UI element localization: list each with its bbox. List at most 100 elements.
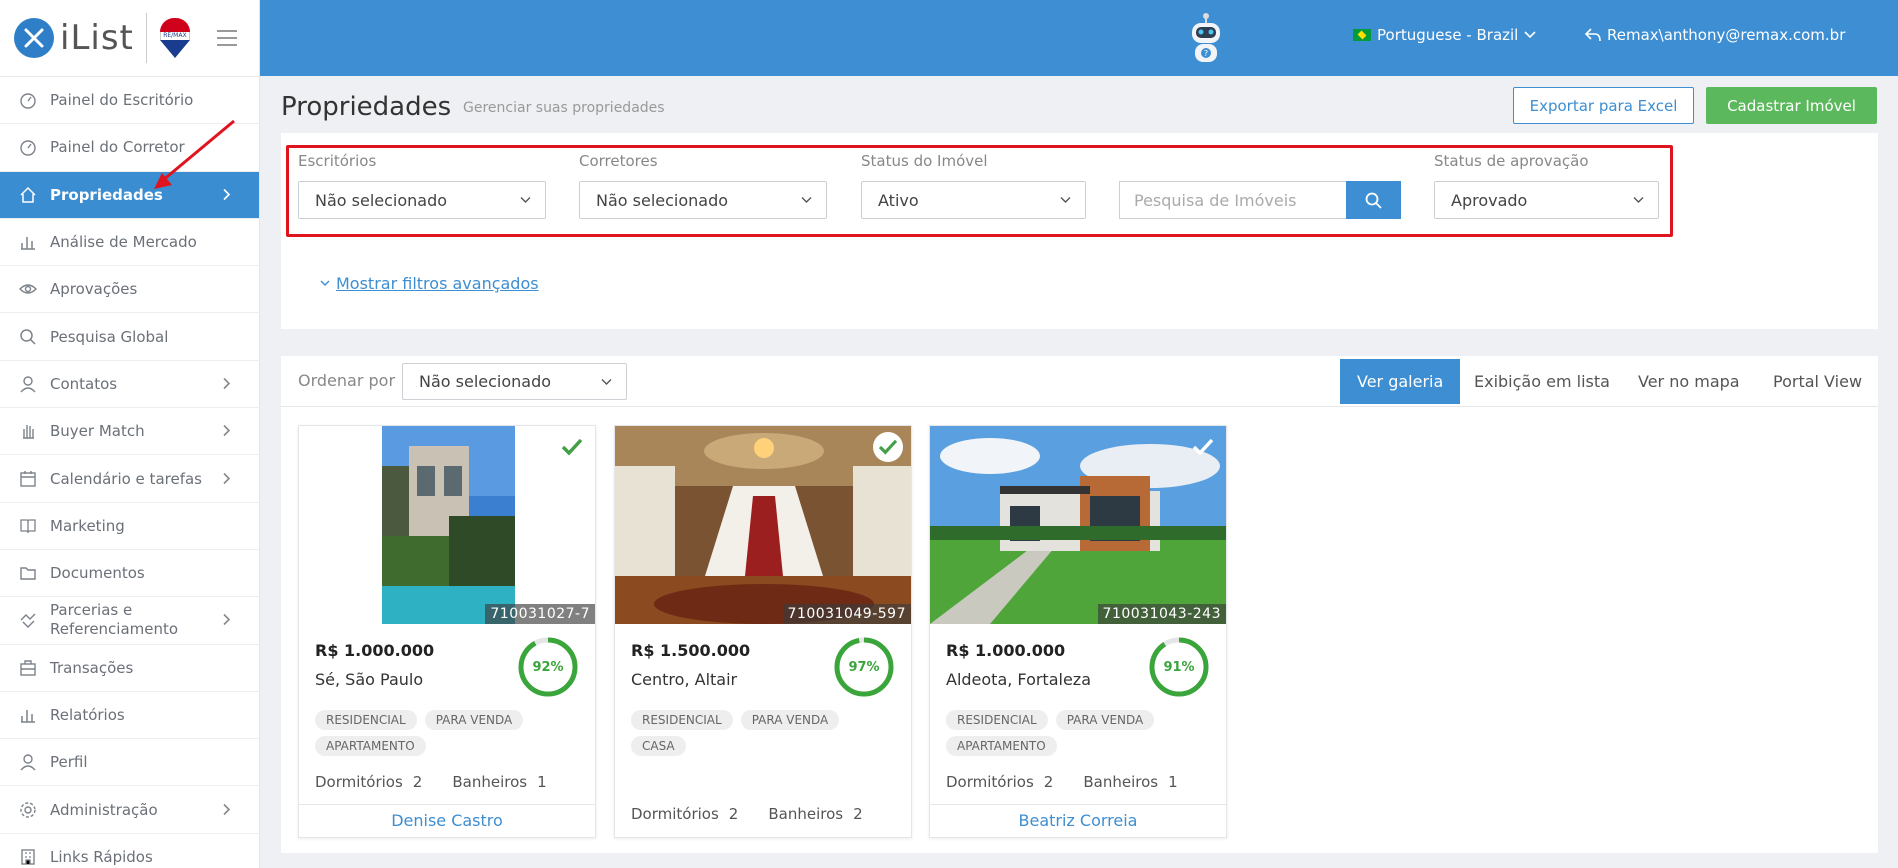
property-photo[interactable]: 710031049-597 bbox=[615, 426, 911, 624]
results-divider bbox=[281, 406, 1878, 407]
home-icon bbox=[18, 185, 38, 205]
sidebar-item-documentos[interactable]: Documentos bbox=[0, 550, 259, 598]
sidebar-item-label: Calendário e tarefas bbox=[50, 469, 202, 488]
sidebar-item-links-rapidos[interactable]: Links Rápidos bbox=[0, 834, 259, 868]
corretores-value: Não selecionado bbox=[596, 190, 729, 210]
page-subtitle: Gerenciar suas propriedades bbox=[463, 100, 665, 116]
remax-logo-icon: RE/MAX bbox=[159, 18, 191, 58]
sidebar-item-marketing[interactable]: Marketing bbox=[0, 503, 259, 550]
hamburger-menu-icon[interactable] bbox=[216, 30, 237, 46]
chevron-down-icon bbox=[601, 378, 612, 385]
robot-assistant-icon[interactable]: ? bbox=[1186, 12, 1226, 66]
sidebar-item-aprovacoes[interactable]: Aprovações bbox=[0, 266, 259, 314]
sidebar-item-parcerias-e-referenciamento[interactable]: Parcerias e Referenciamento bbox=[0, 597, 259, 645]
user-icon bbox=[18, 374, 38, 394]
sidebar-item-pesquisa-global[interactable]: Pesquisa Global bbox=[0, 313, 259, 361]
tab-gallery-view[interactable]: Ver galeria bbox=[1340, 359, 1461, 404]
property-stats: Dormitórios 2 Banheiros 1 bbox=[315, 773, 547, 791]
property-card[interactable]: 710031049-597 R$ 1.500.000 Centro, Altai… bbox=[614, 425, 912, 838]
sidebar-item-contatos[interactable]: Contatos bbox=[0, 361, 259, 409]
property-search-input[interactable]: Pesquisa de Imóveis bbox=[1119, 181, 1347, 219]
user-icon bbox=[18, 752, 38, 772]
advanced-filters-link[interactable]: Mostrar filtros avançados bbox=[320, 274, 539, 293]
completeness-score-ring: 91% bbox=[1149, 637, 1209, 697]
aprovacao-value: Aprovado bbox=[1451, 190, 1528, 210]
escritorios-select[interactable]: Não selecionado bbox=[298, 181, 546, 219]
gauge-icon bbox=[18, 137, 38, 157]
property-price: R$ 1.000.000 bbox=[946, 641, 1066, 660]
chevron-down-icon bbox=[1060, 197, 1071, 203]
search-placeholder: Pesquisa de Imóveis bbox=[1134, 190, 1297, 210]
sidebar-item-label: Documentos bbox=[50, 564, 145, 583]
property-price: R$ 1.000.000 bbox=[315, 641, 435, 660]
agent-name-link[interactable]: Denise Castro bbox=[299, 804, 595, 837]
approved-check-icon bbox=[1188, 432, 1218, 462]
sidebar-item-label: Pesquisa Global bbox=[50, 327, 169, 346]
chevron-down-icon bbox=[1524, 31, 1536, 39]
sidebar-item-analise-de-mercado[interactable]: Análise de Mercado bbox=[0, 219, 259, 267]
sidebar-item-label: Aprovações bbox=[50, 280, 138, 299]
ilist-logo-icon[interactable] bbox=[14, 18, 54, 58]
property-card[interactable]: 710031043-243 R$ 1.000.000 Aldeota, Fort… bbox=[929, 425, 1227, 838]
agent-name-link[interactable]: Beatriz Correia bbox=[930, 804, 1226, 837]
tag-badge: PARA VENDA bbox=[424, 710, 524, 730]
property-id: 710031049-597 bbox=[782, 604, 911, 624]
export-excel-button[interactable]: Exportar para Excel bbox=[1513, 87, 1694, 124]
property-stats: Dormitórios 2 Banheiros 1 bbox=[946, 773, 1178, 791]
tag-badge: PARA VENDA bbox=[740, 710, 840, 730]
chevron-right-icon bbox=[223, 374, 231, 393]
completeness-score-ring: 92% bbox=[518, 637, 578, 697]
tab-portal-view[interactable]: Portal View bbox=[1756, 359, 1879, 404]
tab-map-view[interactable]: Ver no mapa bbox=[1621, 359, 1757, 404]
sort-select[interactable]: Não selecionado bbox=[402, 363, 627, 400]
search-button[interactable] bbox=[1346, 181, 1401, 219]
sidebar-item-buyer-match[interactable]: Buyer Match bbox=[0, 408, 259, 456]
sidebar-item-transacoes[interactable]: Transações bbox=[0, 645, 259, 692]
sidebar-item-administracao[interactable]: Administração bbox=[0, 786, 259, 834]
tag-badge: RESIDENCIAL bbox=[315, 710, 417, 730]
page-title: Propriedades bbox=[281, 92, 452, 122]
top-bar: ? Portuguese - Brazil Remax\anthony@rema… bbox=[260, 0, 1898, 76]
escritorios-label: Escritórios bbox=[298, 152, 377, 170]
chevron-right-icon bbox=[223, 469, 231, 488]
briefcase-icon bbox=[18, 658, 38, 678]
sidebar-item-label: Painel do Escritório bbox=[50, 91, 194, 110]
hand-icon bbox=[18, 421, 38, 441]
property-location: Centro, Altair bbox=[631, 670, 738, 689]
sidebar-item-perfil[interactable]: Perfil bbox=[0, 739, 259, 787]
completeness-score-ring: 97% bbox=[834, 637, 894, 697]
svg-text:?: ? bbox=[1204, 49, 1208, 58]
property-stats: Dormitórios 2 Banheiros 2 bbox=[631, 805, 863, 823]
chevron-right-icon bbox=[223, 611, 231, 630]
status-value: Ativo bbox=[878, 190, 919, 210]
sidebar-item-calendario-e-tarefas[interactable]: Calendário e tarefas bbox=[0, 455, 259, 503]
language-label: Portuguese - Brazil bbox=[1377, 26, 1519, 44]
chevron-down-icon bbox=[520, 197, 531, 203]
corretores-select[interactable]: Não selecionado bbox=[579, 181, 827, 219]
reply-arrow-icon bbox=[1585, 28, 1601, 42]
add-property-button[interactable]: Cadastrar Imóvel bbox=[1706, 87, 1877, 124]
sidebar-item-label: Marketing bbox=[50, 516, 125, 535]
property-tags: RESIDENCIAL PARA VENDA APARTAMENTO bbox=[315, 710, 575, 756]
aprovacao-select[interactable]: Aprovado bbox=[1434, 181, 1659, 219]
handshake-icon bbox=[18, 610, 38, 630]
folder-icon bbox=[18, 563, 38, 583]
tag-badge: RESIDENCIAL bbox=[631, 710, 733, 730]
tab-list-view[interactable]: Exibição em lista bbox=[1457, 359, 1627, 404]
status-select[interactable]: Ativo bbox=[861, 181, 1086, 219]
property-tags: RESIDENCIAL PARA VENDA CASA bbox=[631, 710, 891, 756]
sidebar-item-label: Contatos bbox=[50, 374, 118, 393]
search-icon bbox=[18, 327, 38, 347]
user-menu[interactable]: Remax\anthony@remax.com.br bbox=[1585, 26, 1845, 44]
property-photo[interactable]: 710031043-243 bbox=[930, 426, 1226, 624]
property-photo[interactable]: 710031027-7 bbox=[299, 426, 595, 624]
property-card[interactable]: 710031027-7 R$ 1.000.000 Sé, São Paulo 9… bbox=[298, 425, 596, 838]
property-location: Aldeota, Fortaleza bbox=[946, 670, 1091, 689]
sidebar-nav: Painel do Escritório Painel do Corretor Pr… bbox=[0, 77, 259, 868]
annotation-arrow-icon bbox=[154, 119, 235, 189]
sidebar-item-relatorios[interactable]: Relatórios bbox=[0, 692, 259, 740]
language-selector[interactable]: Portuguese - Brazil bbox=[1353, 26, 1536, 44]
property-tags: RESIDENCIAL PARA VENDA APARTAMENTO bbox=[946, 710, 1206, 756]
chevron-right-icon bbox=[223, 800, 231, 819]
brazil-flag-icon bbox=[1353, 29, 1371, 41]
